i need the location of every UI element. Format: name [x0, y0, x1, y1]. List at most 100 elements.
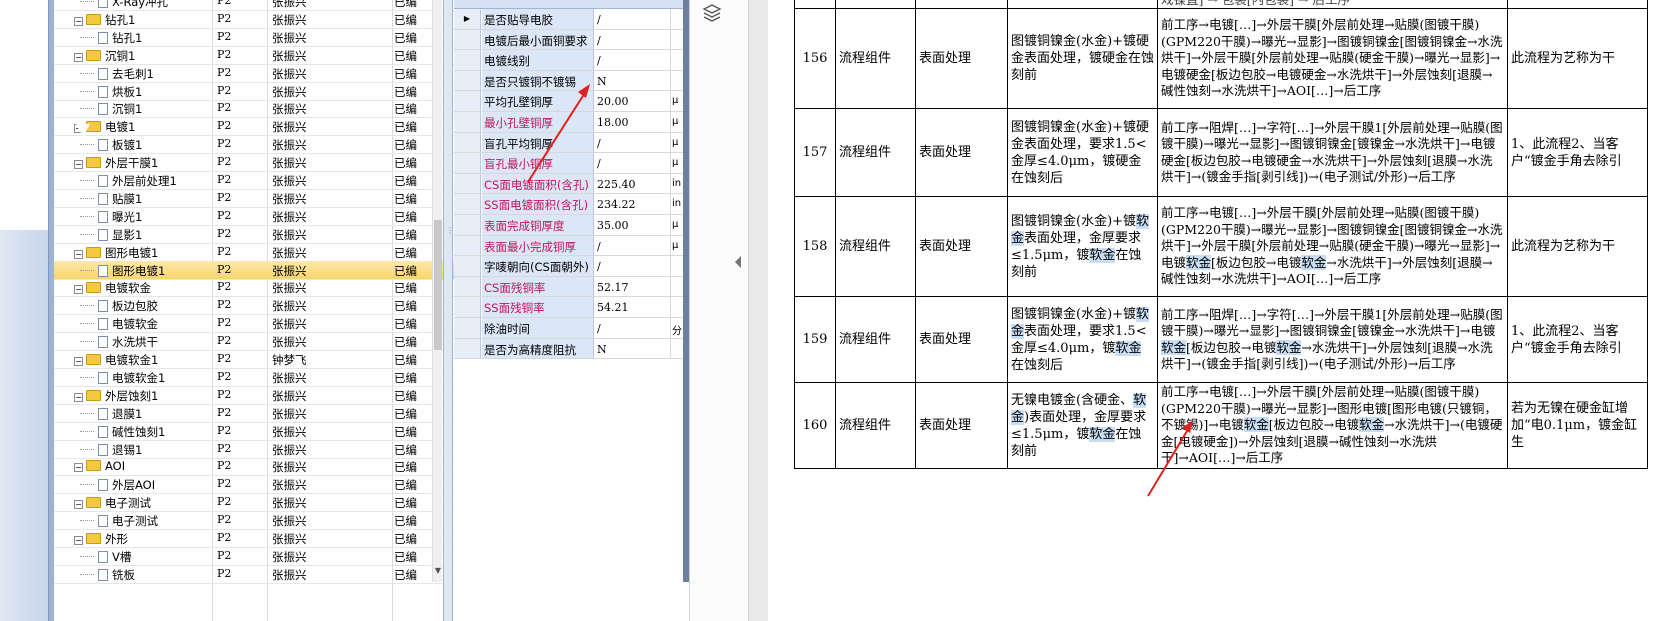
tree-scroll-thumb[interactable]	[434, 220, 442, 350]
property-value[interactable]: /	[595, 9, 671, 29]
property-value[interactable]: N	[595, 70, 671, 91]
property-row[interactable]: 盲孔最小铜厚 / μ	[454, 153, 683, 174]
property-row[interactable]: SS面残铜率 54.21	[454, 297, 683, 318]
tree-node[interactable]: 钻孔1	[98, 30, 142, 46]
tree-row[interactable]: 电子测试 P2 张振兴 已编	[54, 511, 454, 531]
tree-row[interactable]: 电镀软金1 P2 张振兴 已编	[54, 368, 454, 387]
collapse-toggle-icon[interactable]: −	[74, 500, 83, 510]
property-row[interactable]: 最小孔壁铜厚 18.00 μ	[454, 112, 683, 133]
tree-row[interactable]: 钻孔1 P2 张振兴 已编	[54, 28, 454, 47]
property-value[interactable]: 225.40	[595, 173, 671, 194]
property-value[interactable]: /	[595, 29, 671, 50]
tree-node[interactable]: 去毛刺1	[98, 66, 154, 82]
property-value[interactable]: /	[595, 318, 671, 338]
collapse-toggle-icon[interactable]: −	[74, 249, 83, 259]
collapse-toggle-icon[interactable]: −	[74, 160, 83, 170]
tree-node[interactable]: − 外形	[74, 531, 128, 547]
tree-row[interactable]: − AOI P2 张振兴 已编	[54, 457, 454, 477]
tree-row[interactable]: − 电镀软金 P2 张振兴 已编	[54, 278, 454, 298]
tree-row[interactable]: − 沉铜1 P2 张振兴 已编	[54, 46, 454, 65]
property-value[interactable]: N	[595, 338, 671, 359]
property-row[interactable]: CS面残铜率 52.17	[454, 276, 683, 298]
tree-node[interactable]: V槽	[98, 549, 131, 565]
tree-row[interactable]: 铣板 P2 张振兴 已编	[54, 565, 454, 584]
tree-node[interactable]: 外层AOI	[98, 477, 155, 493]
collapse-toggle-icon[interactable]: −	[74, 285, 83, 295]
tree-node[interactable]: 水洗烘干	[98, 334, 158, 350]
tree-row[interactable]: − 图形电镀1 P2 张振兴 已编	[54, 243, 454, 262]
collapse-toggle-icon[interactable]: −	[74, 52, 83, 62]
collapse-toggle-icon[interactable]: −	[74, 392, 83, 402]
property-value[interactable]: /	[595, 256, 671, 276]
property-value[interactable]: 35.00	[595, 215, 671, 235]
tree-row[interactable]: 碱性蚀刻1 P2 张振兴 已编	[54, 422, 454, 441]
property-row[interactable]: CS面电镀面积(含孔) 225.40 in	[454, 173, 683, 195]
tree-node[interactable]: 板边包胶	[98, 298, 158, 314]
property-value[interactable]: 52.17	[595, 276, 671, 297]
collapse-panel-icon[interactable]	[735, 256, 741, 268]
property-value[interactable]: 234.22	[595, 194, 671, 214]
property-row[interactable]: 表面完成铜厚度 35.00 μ	[454, 215, 683, 236]
tree-node[interactable]: 图形电镀1	[98, 263, 165, 279]
tree-row[interactable]: − 外层干膜1 P2 张振兴 已编	[54, 153, 454, 173]
tree-node[interactable]: 板镀1	[98, 137, 142, 153]
props-splitter[interactable]: ⋮	[443, 0, 454, 621]
tree-node[interactable]: 退膜1	[98, 406, 142, 422]
property-row[interactable]: 字唛朝向(CS面朝外) /	[454, 256, 683, 277]
tree-row[interactable]: 外层AOI P2 张振兴 已编	[54, 475, 454, 495]
property-grid[interactable]: ▶ 是否贴导电胶 / 电镀后最小面铜要求 / 电镀线别 / 是否只镀铜不镀锡 N 平均孔壁铜厚 20…	[454, 0, 683, 621]
property-value[interactable]: 20.00	[595, 91, 671, 111]
tree-node[interactable]: − 外层干膜1	[74, 155, 158, 171]
tree-node[interactable]: 铣板	[98, 567, 135, 583]
tree-node[interactable]: − 电子测试	[74, 495, 151, 511]
tree-row[interactable]: 板镀1 P2 张振兴 已编	[54, 135, 454, 155]
tree-row[interactable]: 电镀软金 P2 张振兴 已编	[54, 314, 454, 334]
tree-node[interactable]: 烘板1	[98, 84, 142, 100]
property-row[interactable]: 平均孔壁铜厚 20.00 μ	[454, 91, 683, 112]
tree-row[interactable]: − 电镀1 P2 张振兴 已编	[54, 117, 454, 137]
layers-icon[interactable]	[701, 2, 723, 24]
tree-node[interactable]: − 电镀软金1	[74, 352, 158, 368]
collapse-toggle-icon[interactable]: −	[74, 463, 83, 473]
tree-row[interactable]: 图形电镀1 P2 张振兴 已编	[54, 260, 454, 280]
tree-row[interactable]: − 外形 P2 张振兴 已编	[54, 529, 454, 548]
property-row[interactable]: 除油时间 / 分	[454, 318, 683, 339]
property-value[interactable]: /	[595, 153, 671, 173]
tree-node[interactable]: X-Ray冲孔	[98, 0, 168, 10]
property-row[interactable]: 是否为高精度阻抗 N	[454, 338, 683, 360]
tree-row[interactable]: 退锡1 P2 张振兴 已编	[54, 440, 454, 459]
process-tree[interactable]: X-Ray冲孔 P2 张振兴 已编 − 钻孔1 P2 张振兴 已编 钻孔1 P2 张振兴 已编 − 沉铜1 P…	[54, 0, 454, 621]
tree-node[interactable]: 曝光1	[98, 209, 142, 225]
tree-row[interactable]: V槽 P2 张振兴 已编	[54, 547, 454, 566]
tree-node[interactable]: 电镀软金1	[98, 370, 165, 386]
property-value[interactable]: /	[595, 235, 671, 256]
property-value[interactable]: 18.00	[595, 112, 671, 132]
tree-row[interactable]: 外层前处理1 P2 张振兴 已编	[54, 171, 454, 190]
property-row[interactable]: 电镀后最小面铜要求 /	[454, 29, 683, 51]
tree-node[interactable]: 沉铜1	[98, 101, 142, 117]
tree-node[interactable]: 碱性蚀刻1	[98, 424, 165, 440]
tree-node[interactable]: − AOI	[74, 459, 125, 473]
property-row[interactable]: 盲孔平均铜厚 / μ	[454, 132, 683, 154]
property-row[interactable]: 表面最小完成铜厚 / μ	[454, 235, 683, 257]
tree-row[interactable]: 水洗烘干 P2 张振兴 已编	[54, 332, 454, 352]
property-row[interactable]: 电镀线别 /	[454, 50, 683, 71]
tree-row[interactable]: 沉铜1 P2 张振兴 已编	[54, 99, 454, 119]
tree-row[interactable]: 去毛刺1 P2 张振兴 已编	[54, 64, 454, 83]
tree-node[interactable]: − 钻孔1	[74, 12, 135, 28]
property-row[interactable]: ▶ 是否贴导电胶 /	[454, 9, 683, 30]
tree-node[interactable]: 贴膜1	[98, 191, 142, 207]
tree-node[interactable]: − 电镀软金	[74, 280, 151, 296]
tree-row[interactable]: − 外层蚀刻1 P2 张振兴 已编	[54, 386, 454, 405]
collapse-toggle-icon[interactable]: −	[74, 357, 83, 366]
scroll-down-icon[interactable]: ▼	[433, 566, 443, 578]
tree-node[interactable]: 电镀软金	[98, 316, 158, 332]
property-value[interactable]: 54.21	[595, 297, 671, 317]
tree-row[interactable]: 曝光1 P2 张振兴 已编	[54, 207, 454, 226]
tree-row[interactable]: 退膜1 P2 张振兴 已编	[54, 404, 454, 423]
tree-node[interactable]: − 沉铜1	[74, 48, 135, 64]
tree-node[interactable]: 退锡1	[98, 442, 142, 458]
tree-node[interactable]: − 图形电镀1	[74, 245, 158, 261]
property-row[interactable]: 是否只镀铜不镀锡 N	[454, 70, 683, 92]
collapse-toggle-icon[interactable]: −	[74, 536, 83, 545]
